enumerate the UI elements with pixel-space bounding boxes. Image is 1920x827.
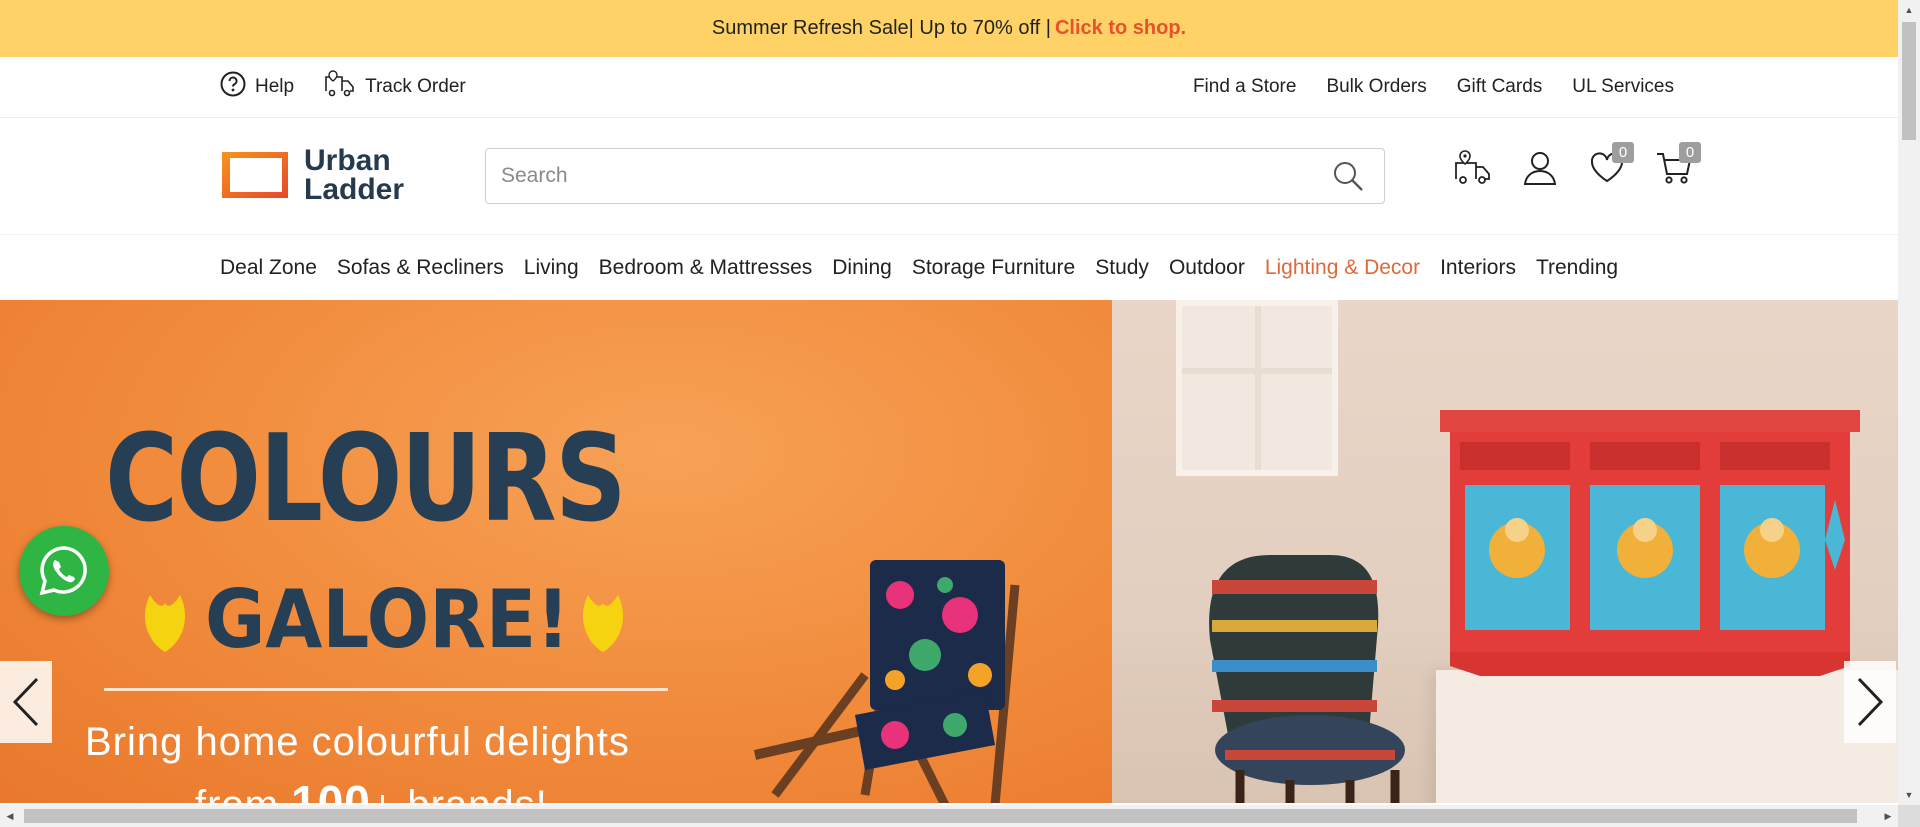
utility-bar: Help Track Order Find a Store Bulk Order… (0, 57, 1898, 118)
nav-item-deal-zone[interactable]: Deal Zone (220, 256, 317, 280)
pedestal-image (1436, 670, 1898, 803)
nav-item-bedroom-mattresses[interactable]: Bedroom & Mattresses (599, 256, 813, 280)
patterned-armchair-image (1209, 555, 1405, 803)
painted-cabinet-image (1440, 410, 1860, 676)
header-actions: 0 0 (1452, 142, 1701, 190)
logo-text: Urban Ladder (304, 144, 405, 206)
hero-headline: COLOURS (105, 410, 627, 549)
folding-chair-image (753, 560, 1020, 803)
vertical-scroll-thumb[interactable] (1902, 22, 1916, 140)
nav-item-lighting-decor[interactable]: Lighting & Decor (1265, 256, 1420, 280)
nav-item-living[interactable]: Living (524, 256, 579, 280)
carousel-prev-button[interactable] (0, 661, 52, 743)
help-link[interactable]: Help (220, 71, 294, 103)
urban-ladder-logo[interactable]: Urban Ladder (220, 144, 405, 206)
yellow-petal-icon-right (583, 595, 623, 652)
wishlist-count-badge: 0 (1612, 142, 1634, 163)
promo-text: Summer Refresh Sale| Up to 70% off | (711, 17, 1051, 39)
whatsapp-icon (39, 546, 87, 596)
hero-divider (104, 688, 668, 691)
nav-item-outdoor[interactable]: Outdoor (1169, 256, 1245, 280)
hero-tagline-2-a: from (195, 783, 291, 803)
gift-cards-link[interactable]: Gift Cards (1457, 76, 1543, 98)
logo-mark-icon (220, 150, 290, 200)
search-icon[interactable] (1326, 154, 1370, 198)
scrollbar-corner (1898, 805, 1920, 827)
nav-item-dining[interactable]: Dining (832, 256, 892, 280)
hero-tagline: Bring home colourful delights (85, 720, 630, 764)
yellow-petal-icon-left (145, 595, 185, 652)
promo-banner[interactable]: Summer Refresh Sale| Up to 70% off | Cli… (0, 0, 1898, 57)
hero-subheadline: GALORE! (205, 573, 570, 666)
scroll-down-arrow-icon[interactable]: ▼ (1898, 785, 1920, 805)
main-navigation: Deal Zone Sofas & Recliners Living Bedro… (0, 235, 1898, 300)
help-label: Help (255, 76, 295, 97)
help-icon (220, 71, 246, 103)
track-order-link[interactable]: Track Order (324, 69, 466, 105)
hero-tagline-2-number: 100 (291, 776, 371, 803)
nav-item-study[interactable]: Study (1095, 256, 1149, 280)
hero-tagline-2: from 100+ brands! (195, 775, 548, 803)
bulk-orders-link[interactable]: Bulk Orders (1326, 76, 1426, 98)
cart-count-badge: 0 (1679, 142, 1701, 163)
wall-window-image (1176, 300, 1338, 476)
nav-item-sofas-recliners[interactable]: Sofas & Recliners (337, 256, 504, 280)
chevron-right-icon (1857, 677, 1884, 727)
logo-line-1: Urban (304, 144, 391, 177)
search-bar (485, 148, 1385, 204)
track-order-label: Track Order (365, 76, 466, 97)
delivery-truck-icon (324, 69, 356, 105)
search-input[interactable] (486, 149, 1326, 203)
promo-link[interactable]: Click to shop. (1055, 17, 1186, 40)
vertical-scrollbar[interactable]: ▲ ▼ (1898, 0, 1920, 805)
carousel-next-button[interactable] (1844, 661, 1896, 743)
nav-item-trending[interactable]: Trending (1536, 256, 1618, 280)
horizontal-scrollbar[interactable]: ◀ ▶ (0, 805, 1898, 827)
scroll-left-arrow-icon[interactable]: ◀ (0, 805, 20, 827)
whatsapp-button[interactable] (19, 526, 109, 616)
scroll-right-arrow-icon[interactable]: ▶ (1878, 805, 1898, 827)
chevron-left-icon (12, 677, 39, 727)
ul-services-link[interactable]: UL Services (1572, 76, 1674, 98)
horizontal-scroll-thumb[interactable] (24, 809, 1857, 823)
hero-tagline-2-c: + brands! (371, 783, 548, 803)
logo-line-2: Ladder (304, 173, 405, 206)
store-locator-icon[interactable] (1452, 146, 1494, 190)
hero-banner[interactable]: COLOURS GALORE! Bring home colourful del… (0, 300, 1898, 803)
cart-icon[interactable]: 0 (1653, 142, 1701, 190)
site-header: Urban Ladder 0 0 (0, 118, 1898, 235)
account-icon[interactable] (1519, 146, 1561, 190)
nav-item-storage-furniture[interactable]: Storage Furniture (912, 256, 1075, 280)
scroll-up-arrow-icon[interactable]: ▲ (1898, 0, 1920, 20)
nav-item-interiors[interactable]: Interiors (1440, 256, 1516, 280)
find-store-link[interactable]: Find a Store (1193, 76, 1297, 98)
wishlist-icon[interactable]: 0 (1586, 142, 1634, 190)
